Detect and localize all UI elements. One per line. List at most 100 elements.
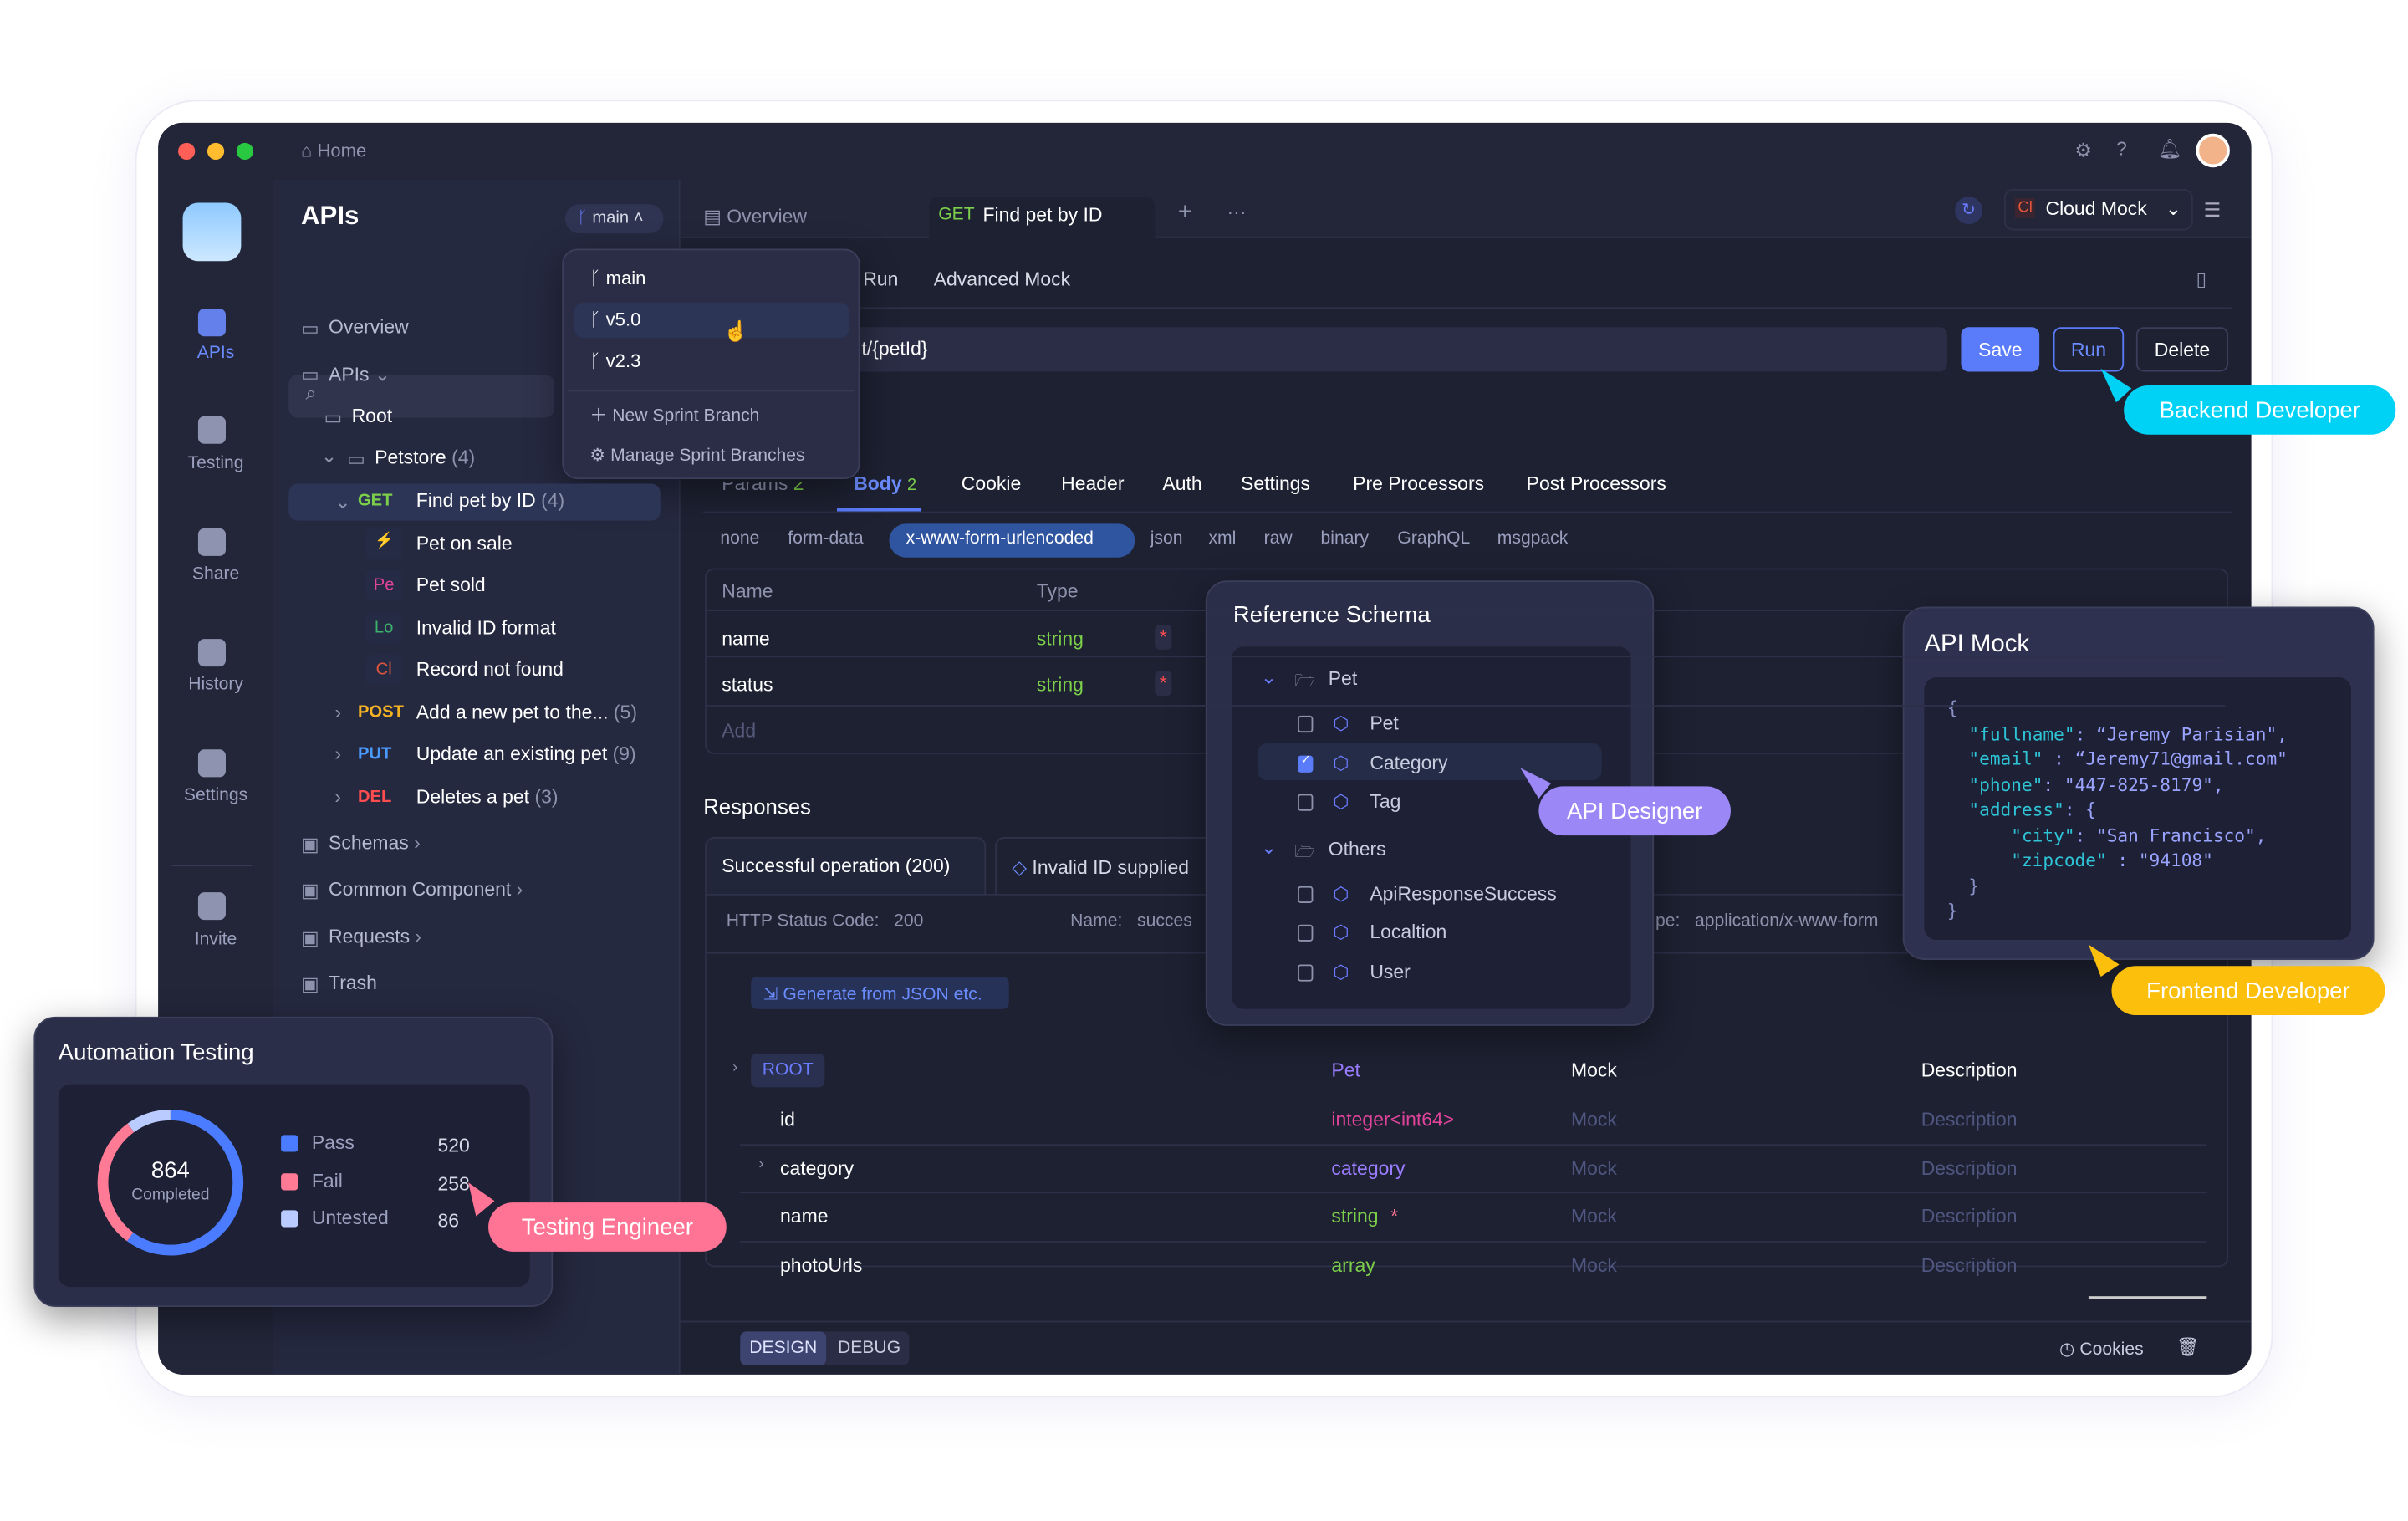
tab-auth[interactable]: Auth — [1162, 473, 1201, 495]
chevron-right-icon[interactable]: › — [758, 1156, 763, 1172]
schema-item[interactable]: Localtion — [1370, 921, 1446, 943]
divider — [740, 1192, 2207, 1194]
schema-item[interactable]: ApiResponseSuccess — [1370, 882, 1556, 904]
body-type-form-data[interactable]: form-data — [788, 530, 863, 549]
schema-item[interactable]: Category — [1370, 752, 1447, 773]
tab-post-processors[interactable]: Post Processors — [1527, 473, 1666, 495]
mock-field[interactable]: Mock — [1571, 1254, 1617, 1276]
rail-item-share[interactable]: Share — [158, 565, 273, 584]
schema-checkbox[interactable] — [1298, 924, 1314, 942]
field-name[interactable]: id — [780, 1109, 795, 1131]
share-icon[interactable] — [197, 528, 226, 556]
chevron-right-icon: › — [410, 926, 422, 948]
mock-field[interactable]: Mock — [1571, 1206, 1617, 1228]
body-type-msgpack[interactable]: msgpack — [1497, 530, 1569, 549]
branch-option-v2.3[interactable]: ᚴ v2.3 — [589, 350, 640, 372]
field-type[interactable]: integer<int64> — [1331, 1109, 1454, 1131]
mock-field[interactable]: Mock — [1571, 1109, 1617, 1131]
rail-item-settings[interactable]: Settings — [158, 786, 273, 804]
required-marker[interactable]: * — [1155, 671, 1172, 697]
param-name[interactable]: status — [722, 674, 773, 696]
legend-swatch-fail — [281, 1172, 298, 1190]
description-field[interactable]: Description — [1921, 1206, 2018, 1228]
legend-label: Fail — [311, 1169, 343, 1192]
tab-pre-processors[interactable]: Pre Processors — [1353, 473, 1484, 495]
testing-icon[interactable] — [197, 416, 226, 444]
schema-group[interactable]: Others — [1329, 838, 1386, 860]
chevron-down-icon[interactable]: ⌄ — [1261, 835, 1277, 858]
schema-item[interactable]: Tag — [1370, 791, 1400, 813]
schema-checkbox[interactable] — [1298, 963, 1314, 981]
chevron-down-icon[interactable]: ⌄ — [321, 444, 337, 467]
field-name[interactable]: name — [780, 1206, 828, 1228]
chevron-right-icon[interactable]: › — [334, 743, 341, 765]
field-type[interactable]: category — [1331, 1157, 1405, 1179]
chevron-right-icon[interactable]: › — [334, 702, 341, 723]
divider — [171, 865, 253, 866]
field-name[interactable]: photoUrls — [780, 1254, 862, 1276]
description-field[interactable]: Description — [1921, 1157, 2018, 1179]
branch-option-main[interactable]: ᚴ main — [589, 268, 645, 289]
chevron-down-icon[interactable]: ⌄ — [334, 490, 350, 513]
backend-developer-label: Backend Developer — [2124, 385, 2396, 435]
chevron-down-icon[interactable]: ⌄ — [1261, 665, 1277, 688]
field-type[interactable]: string * — [1331, 1206, 1398, 1228]
schema-checkbox[interactable] — [1298, 794, 1314, 811]
tab-header[interactable]: Header — [1061, 473, 1124, 495]
schema-checkbox[interactable]: ✓ — [1298, 752, 1314, 772]
cube-icon: ⬡ — [1333, 712, 1349, 734]
divider — [705, 656, 2226, 658]
body-type-none[interactable]: none — [720, 530, 759, 549]
schema-group[interactable]: Pet — [1329, 668, 1357, 690]
rail-item-apis[interactable]: APIs — [158, 344, 273, 362]
folder-icon: 🗁 — [1294, 672, 1316, 692]
cube-icon: ⬡ — [1333, 790, 1349, 813]
branch-option-v5.0[interactable]: ᚴ v5.0 — [589, 309, 640, 330]
rail-item-history[interactable]: History — [158, 676, 273, 694]
example-badge: Cl — [365, 654, 403, 686]
chevron-down-icon: ⌄ — [369, 364, 391, 386]
settings-icon[interactable] — [197, 749, 226, 778]
rail-item-testing[interactable]: Testing — [158, 455, 273, 473]
param-type[interactable]: string — [1037, 674, 1084, 696]
api-icon[interactable] — [197, 309, 226, 337]
tab-cookie[interactable]: Cookie — [962, 473, 1021, 495]
component-icon: ▣ — [300, 880, 319, 902]
required-marker: * — [1390, 1205, 1399, 1228]
schema-checkbox[interactable] — [1298, 885, 1314, 903]
tester-pointer-icon — [468, 1182, 495, 1217]
param-name[interactable]: name — [722, 628, 769, 650]
field-name[interactable]: category — [780, 1157, 854, 1179]
mock-field[interactable]: Mock — [1571, 1157, 1617, 1179]
legend-swatch-untested — [281, 1210, 298, 1228]
request-icon: ▣ — [300, 927, 319, 950]
body-type-json[interactable]: json — [1150, 530, 1183, 549]
required-marker[interactable]: * — [1155, 625, 1172, 650]
field-type[interactable]: array — [1331, 1254, 1375, 1276]
body-type-graphql[interactable]: GraphQL — [1397, 530, 1470, 549]
legend-label: Pass — [311, 1131, 355, 1154]
chevron-right-icon: › — [511, 878, 523, 901]
body-type-xml[interactable]: xml — [1208, 530, 1236, 549]
description-field[interactable]: Description — [1921, 1109, 2018, 1131]
history-icon[interactable] — [197, 639, 226, 667]
description-field[interactable]: Description — [1921, 1254, 2018, 1276]
schema-icon: ▣ — [300, 834, 319, 856]
branch-icon: ᚴ — [589, 309, 606, 330]
chevron-right-icon[interactable]: › — [334, 786, 341, 808]
tab-settings[interactable]: Settings — [1241, 473, 1310, 495]
legend-value: 520 — [437, 1135, 470, 1157]
body-type-binary[interactable]: binary — [1321, 530, 1370, 549]
body-type-raw[interactable]: raw — [1264, 530, 1293, 549]
schema-checkbox[interactable] — [1298, 715, 1314, 733]
divider — [705, 610, 2226, 612]
param-type[interactable]: string — [1037, 628, 1084, 650]
invite-icon[interactable] — [197, 892, 226, 921]
schema-item[interactable]: User — [1370, 961, 1411, 983]
body-type-x-www-form-urlencoded[interactable]: x-www-form-urlencoded — [906, 530, 1094, 549]
rail-item-invite[interactable]: Invite — [158, 931, 273, 949]
trash-icon: ▣ — [300, 973, 319, 996]
branch-icon: ᚴ — [589, 350, 606, 372]
frontend-developer-label: Frontend Developer — [2111, 966, 2385, 1016]
schema-item[interactable]: Pet — [1370, 712, 1398, 734]
